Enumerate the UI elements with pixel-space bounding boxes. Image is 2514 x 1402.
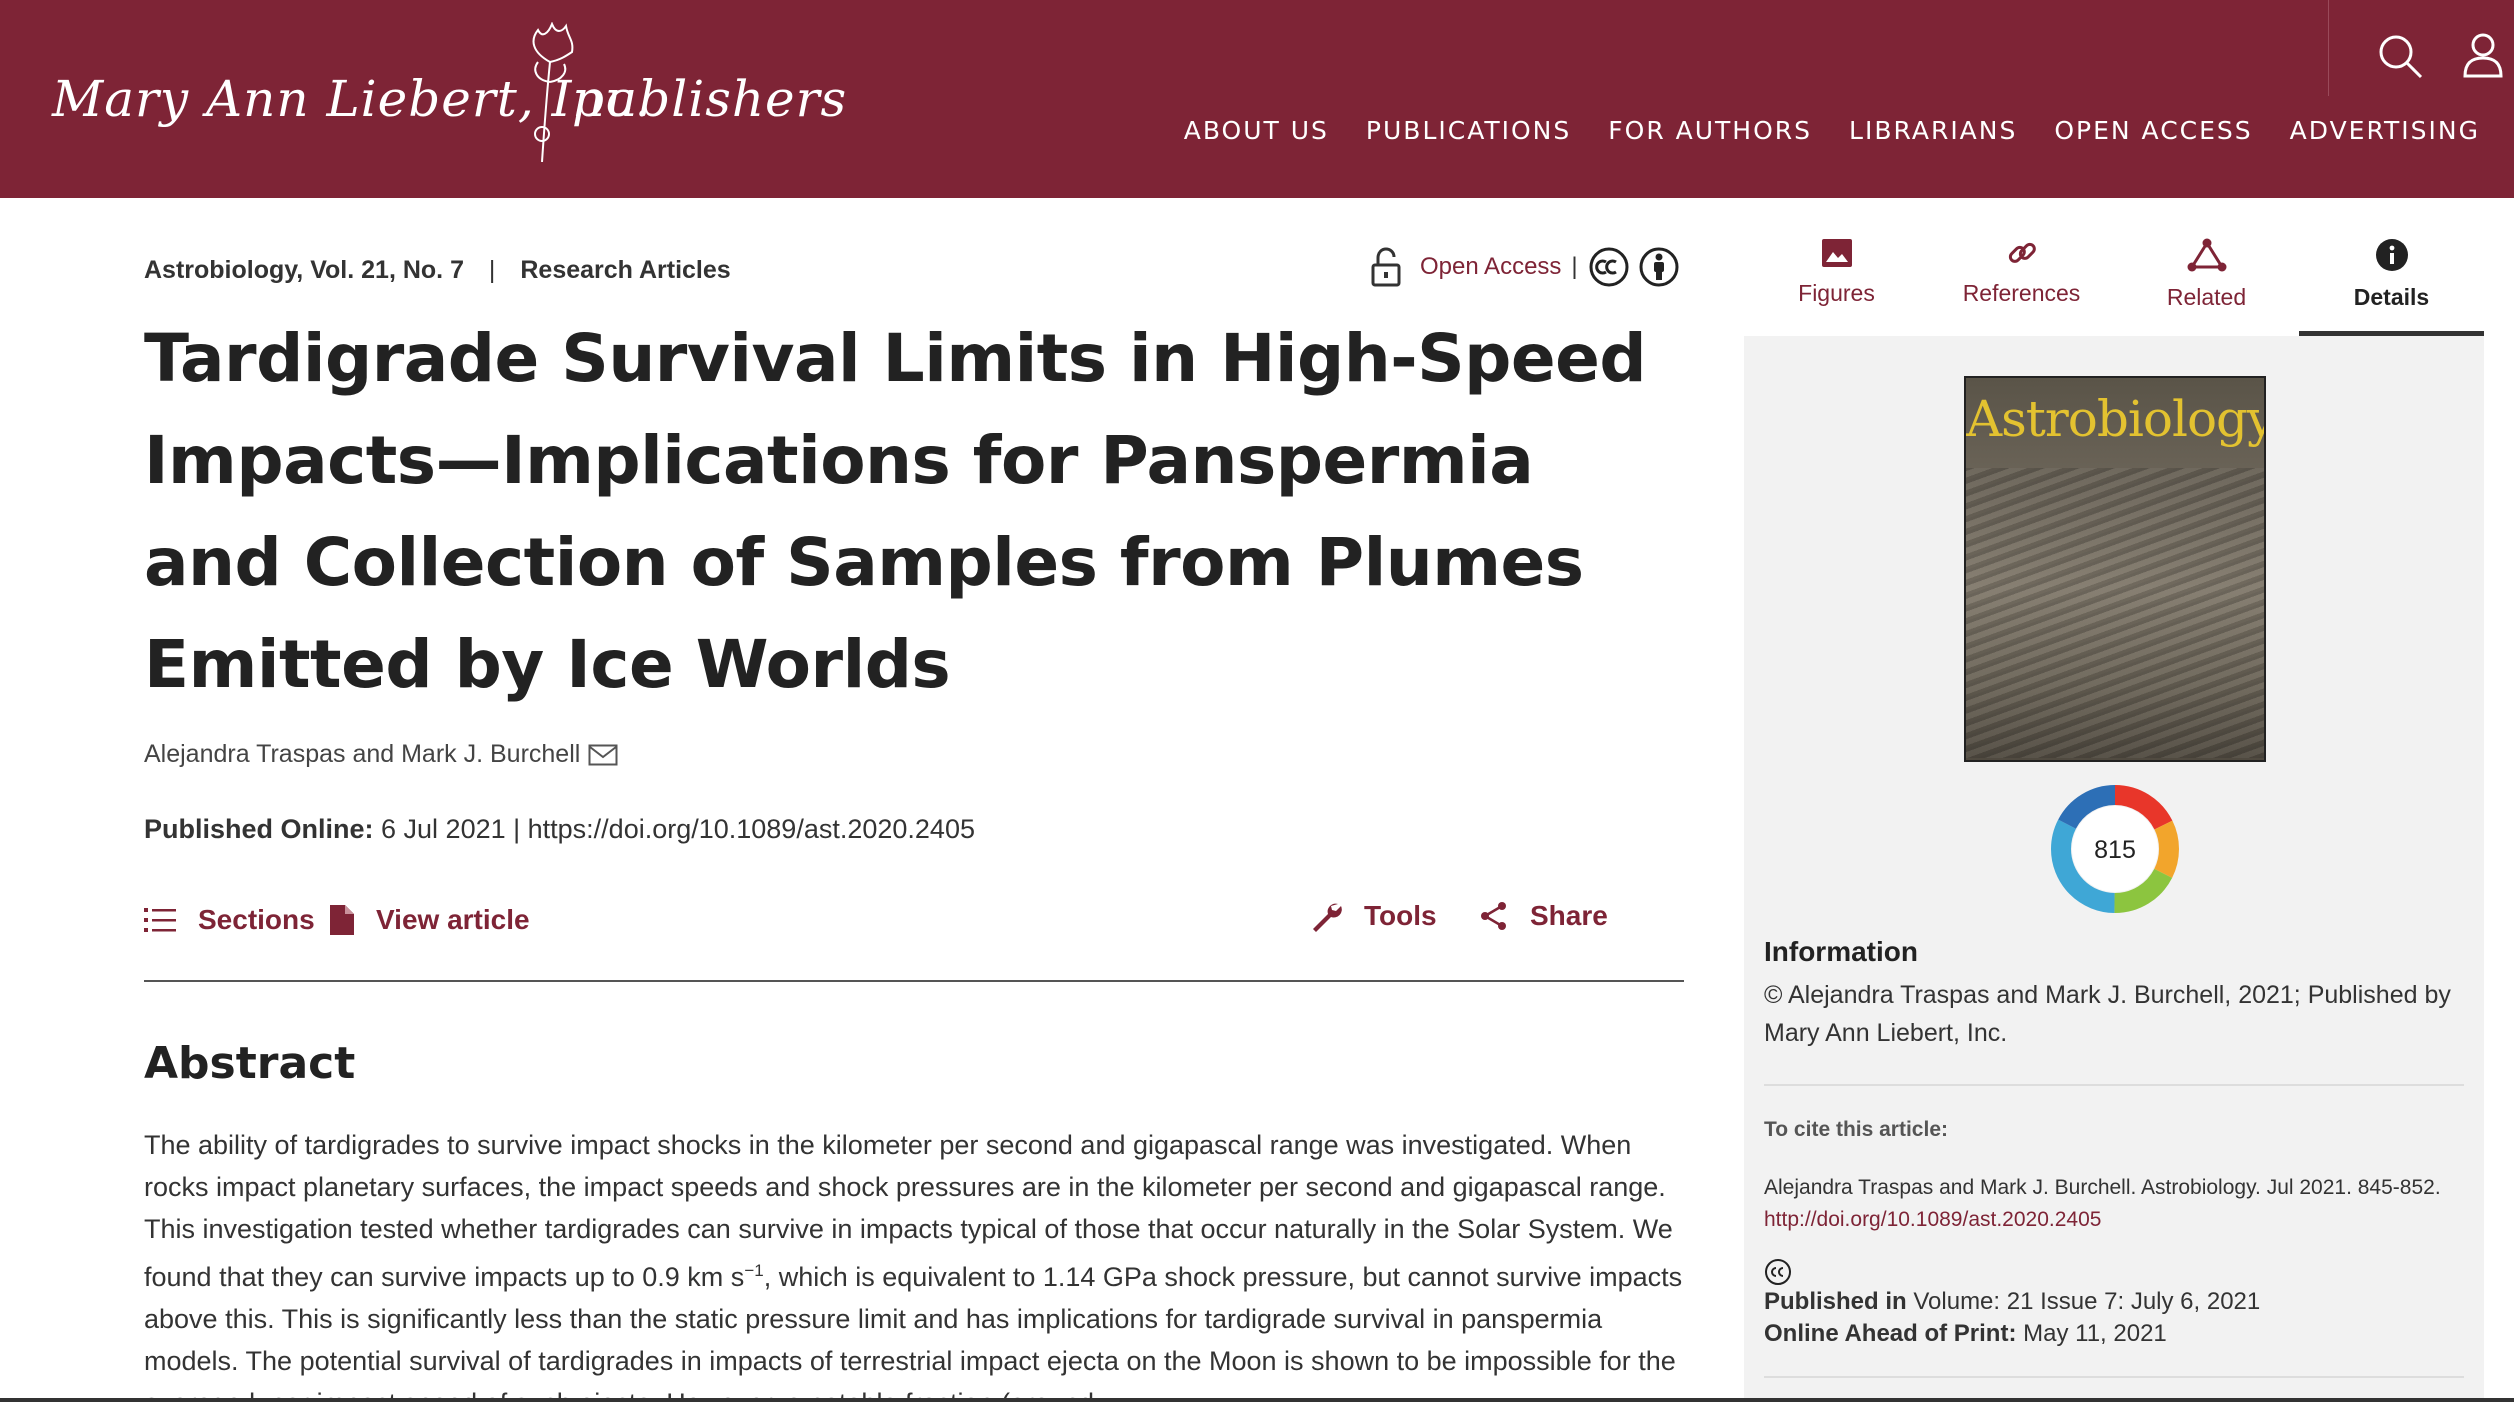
journal-breadcrumb: Astrobiology, Vol. 21, No. 7 | Research … — [144, 256, 731, 285]
network-icon — [2187, 238, 2226, 272]
mail-icon[interactable] — [588, 744, 618, 766]
list-icon — [144, 908, 176, 932]
view-article-label: View article — [376, 904, 530, 935]
open-access-label[interactable]: Open Access — [1420, 253, 1561, 281]
tab-references[interactable]: References — [1929, 198, 2114, 336]
nav-for-authors[interactable]: FOR AUTHORS — [1608, 116, 1812, 145]
link-icon — [2008, 242, 2036, 263]
citation-text: Alejandra Traspas and Mark J. Burchell. … — [1764, 1172, 2464, 1236]
wrench-icon — [1313, 903, 1342, 932]
altmetric-score: 815 — [2094, 836, 2136, 864]
tools-label: Tools — [1364, 900, 1437, 931]
site-header: Mary Ann Liebert, Inc. publishers ABOUT … — [0, 0, 2514, 198]
creative-commons-icon[interactable] — [1588, 246, 1630, 288]
information-heading: Information — [1764, 936, 1918, 967]
view-article-button[interactable]: View article — [330, 904, 530, 936]
document-icon — [330, 905, 354, 935]
nav-about-us[interactable]: ABOUT US — [1184, 116, 1329, 145]
publisher-logo[interactable]: Mary Ann Liebert, Inc. publishers — [52, 22, 846, 172]
search-icon[interactable] — [2376, 32, 2424, 80]
information-text: © Alejandra Traspas and Mark J. Burchell… — [1764, 981, 2451, 1047]
tab-figures-label: Figures — [1798, 280, 1875, 306]
info-icon — [2375, 239, 2408, 271]
header-divider — [2328, 0, 2329, 96]
share-icon — [1481, 902, 1506, 930]
sidebar-divider-bottom — [1764, 1376, 2464, 1378]
sections-button[interactable]: Sections — [144, 904, 315, 936]
cover-title: Astrobiology — [1966, 390, 2266, 448]
abstract-heading: Abstract — [144, 1038, 356, 1089]
breadcrumb-separator: | — [488, 256, 496, 284]
tab-related[interactable]: Related — [2114, 198, 2299, 336]
online-ahead-label: Online Ahead of Print: — [1764, 1320, 2017, 1347]
unlocked-lock-icon — [1371, 247, 1401, 287]
journal-volume[interactable]: Vol. 21, No. 7 — [310, 256, 464, 284]
published-in-line: Published in Volume: 21 Issue 7: July 6,… — [1764, 1286, 2260, 1318]
share-button[interactable]: Share — [1480, 900, 1608, 932]
tools-button[interactable]: Tools — [1310, 900, 1437, 932]
tab-references-label: References — [1962, 280, 2081, 306]
cover-texture — [1966, 468, 2264, 758]
image-icon — [1821, 239, 1852, 267]
creative-commons-small-icon — [1765, 1259, 1791, 1285]
article-sidebar: Figures References Related Details Astro… — [1744, 198, 2484, 1402]
tab-details[interactable]: Details — [2299, 198, 2484, 336]
cite-heading: To cite this article: — [1764, 1118, 1948, 1141]
nav-open-access[interactable]: OPEN ACCESS — [2054, 116, 2252, 145]
tab-details-label: Details — [2353, 284, 2430, 310]
altmetric-badge[interactable]: 815 — [2050, 784, 2180, 914]
logo-text-right: publishers — [572, 70, 848, 128]
attribution-icon[interactable] — [1638, 246, 1680, 288]
published-online-line: Published Online: 6 Jul 2021 | https://d… — [144, 814, 975, 845]
tab-related-label: Related — [2166, 284, 2247, 310]
nav-librarians[interactable]: LIBRARIANS — [1849, 116, 2017, 145]
actions-divider — [144, 980, 1684, 982]
journal-cover-image[interactable]: Astrobiology — [1964, 376, 2266, 762]
citation-body: Alejandra Traspas and Mark J. Burchell. … — [1764, 1176, 2441, 1199]
sidebar-tabs: Figures References Related Details — [1744, 198, 2484, 336]
window-bottom-edge — [0, 1398, 2514, 1402]
oa-separator: | — [1571, 253, 1578, 280]
top-navigation: ABOUT US PUBLICATIONS FOR AUTHORS LIBRAR… — [1147, 116, 2480, 145]
sidebar-divider — [1764, 1084, 2464, 1086]
user-icon[interactable] — [2462, 32, 2504, 78]
nav-publications[interactable]: PUBLICATIONS — [1366, 116, 1571, 145]
journal-name[interactable]: Astrobiology, — [144, 256, 303, 284]
online-ahead-line: Online Ahead of Print: May 11, 2021 — [1764, 1318, 2260, 1350]
nav-advertising[interactable]: ADVERTISING — [2290, 116, 2480, 145]
online-ahead-value: May 11, 2021 — [2016, 1320, 2167, 1347]
sections-label: Sections — [198, 904, 315, 935]
article-title: Tardigrade Survival Limits in High-Speed… — [144, 320, 1647, 703]
published-online-label: Published Online: — [144, 814, 374, 844]
published-in-value: Volume: 21 Issue 7: July 6, 2021 — [1906, 1288, 2261, 1315]
publication-details: Published in Volume: 21 Issue 7: July 6,… — [1764, 1286, 2260, 1350]
published-in-label: Published in — [1764, 1288, 1907, 1315]
abstract-text: The ability of tardigrades to survive im… — [144, 1124, 1684, 1402]
share-label: Share — [1530, 900, 1608, 931]
tab-figures[interactable]: Figures — [1744, 198, 1929, 336]
citation-doi-link[interactable]: http://doi.org/10.1089/ast.2020.2405 — [1764, 1208, 2101, 1231]
open-access-badge: Open Access | — [1370, 246, 1680, 288]
published-online-value: 6 Jul 2021 | https://doi.org/10.1089/ast… — [373, 814, 975, 844]
article-actions-bar: Sections View article Tools Share — [144, 900, 1684, 984]
article-authors: Alejandra Traspas and Mark J. Burchell — [144, 740, 618, 769]
abstract-superscript: −1 — [744, 1261, 764, 1280]
article-section[interactable]: Research Articles — [520, 256, 730, 284]
authors-list[interactable]: Alejandra Traspas and Mark J. Burchell — [144, 740, 580, 769]
